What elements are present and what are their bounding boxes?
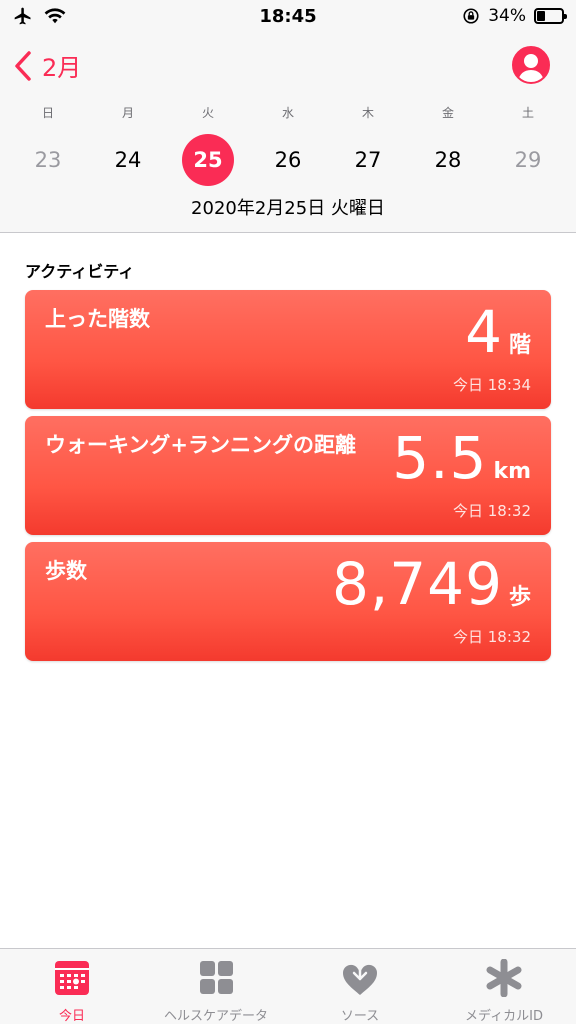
card-number: 4 [465, 298, 503, 366]
card-unit: km [493, 459, 531, 484]
today-icon [55, 961, 89, 995]
chevron-left-icon [15, 50, 31, 81]
weekday-thu: 木 [361, 106, 374, 120]
status-right: 34% [462, 6, 567, 26]
tab-health-data[interactable]: ヘルスケアデータ [144, 949, 288, 1024]
date-27[interactable]: 27 [342, 134, 394, 186]
card-time: 今日 18:32 [453, 628, 531, 646]
card-time: 今日 18:34 [453, 376, 531, 394]
battery-fill [537, 11, 545, 21]
card-number: 8,749 [331, 550, 503, 618]
card-steps[interactable]: 歩数 8,749 歩 今日 18:32 [25, 542, 551, 661]
battery-icon [534, 8, 567, 24]
card-number: 5.5 [392, 424, 488, 492]
weekday-mon: 月 [121, 106, 134, 120]
weekday-tue: 火 [201, 106, 214, 120]
card-label: ウォーキング+ランニングの距離 [45, 433, 356, 457]
card-label: 上った階数 [45, 307, 150, 331]
card-unit: 歩 [508, 585, 531, 610]
card-value: 8,749 歩 [332, 552, 531, 616]
card-value: 5.5 km [392, 426, 531, 490]
weekday-wed: 水 [281, 106, 294, 120]
card-flights-climbed[interactable]: 上った階数 4 階 今日 18:34 [25, 290, 551, 409]
tab-label: ソース [340, 1009, 380, 1024]
tab-label: メディカルID [465, 1009, 543, 1024]
date-23[interactable]: 23 [22, 134, 74, 186]
full-date-label: 2020年2月25日 火曜日 [191, 198, 385, 219]
status-bar: 18:45 34% [0, 0, 576, 34]
orientation-lock-icon [463, 8, 479, 24]
calendar-header: 2月 日 月 火 水 木 金 土 23 24 25 26 27 28 29 20… [0, 34, 576, 233]
tab-today[interactable]: 今日 [0, 949, 144, 1024]
card-label: 歩数 [45, 559, 87, 583]
back-label: 2月 [42, 54, 82, 82]
card-unit: 階 [508, 333, 531, 358]
back-button[interactable]: 2月 [12, 48, 81, 83]
profile-button[interactable] [512, 46, 550, 84]
tab-label: ヘルスケアデータ [163, 1009, 268, 1024]
date-29[interactable]: 29 [502, 134, 554, 186]
heart-download-icon [342, 959, 378, 995]
weekday-row: 日 月 火 水 木 金 土 [0, 104, 576, 120]
card-time: 今日 18:32 [453, 502, 531, 520]
date-25-selected[interactable]: 25 [182, 134, 234, 186]
tab-label: 今日 [58, 1009, 85, 1024]
date-26[interactable]: 26 [262, 134, 314, 186]
tab-medical-id[interactable]: メディカルID [432, 949, 576, 1024]
weekday-sun: 日 [41, 106, 54, 120]
date-row: 23 24 25 26 27 28 29 [0, 134, 576, 186]
asterisk-icon [486, 959, 522, 997]
battery-percent: 34% [488, 6, 526, 26]
date-28[interactable]: 28 [422, 134, 474, 186]
person-icon [518, 54, 544, 82]
weekday-fri: 金 [441, 106, 454, 120]
grid-icon [200, 961, 233, 994]
card-walking-running-distance[interactable]: ウォーキング+ランニングの距離 5.5 km 今日 18:32 [25, 416, 551, 535]
card-value: 4 階 [465, 300, 531, 364]
date-24[interactable]: 24 [102, 134, 154, 186]
weekday-sat: 土 [521, 106, 534, 120]
tab-sources[interactable]: ソース [288, 949, 432, 1024]
section-title: アクティビティ [25, 262, 135, 281]
tab-bar: 今日 ヘルスケアデータ ソース メディカルID [0, 948, 576, 1024]
